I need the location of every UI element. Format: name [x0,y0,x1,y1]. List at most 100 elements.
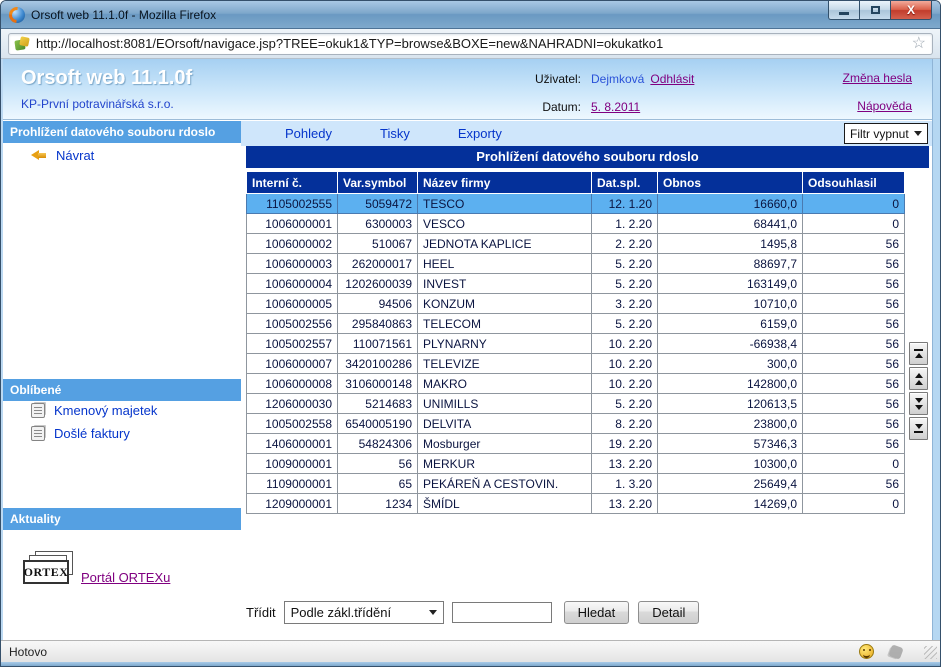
table-cell: 1. 3.20 [592,474,658,494]
table-cell: 0 [803,214,905,234]
last-record-button[interactable] [909,417,928,440]
back-link[interactable]: Návrat [31,148,94,163]
table-row[interactable]: 11050025555059472TESCO12. 1.2016660,00 [247,194,905,214]
table-cell: 1209000001 [247,494,338,514]
right-gutter [932,59,940,640]
table-cell: 10. 2.20 [592,374,658,394]
menu-item[interactable]: Exporty [458,126,502,141]
table-row[interactable]: 10060000073420100286TELEVIZE10. 2.20300,… [247,354,905,374]
table-cell: 54824306 [338,434,418,454]
column-header: Dat.spl. [592,172,658,194]
table-cell: 3106000148 [338,374,418,394]
table-row[interactable]: 10050025586540005190DELVITA8. 2.2023800,… [247,414,905,434]
page-up-button[interactable] [909,367,928,390]
maximize-button[interactable] [859,1,890,20]
table-row[interactable]: 12090000011234ŠMÍDL13. 2.2014269,00 [247,494,905,514]
table-cell: 3420100286 [338,354,418,374]
table-cell: -66938,4 [658,334,803,354]
logout-link[interactable]: Odhlásit [650,72,694,86]
minimize-button[interactable] [828,1,859,20]
table-cell: 1005002557 [247,334,338,354]
favorite-item[interactable]: Došlé faktury [31,426,130,441]
table-cell: 142800,0 [658,374,803,394]
table-header-row: Interní č.Var.symbolNázev firmyDat.spl.O… [247,172,905,194]
url-input[interactable]: http://localhost:8081/EOrsoft/navigace.j… [8,33,933,55]
favorite-item[interactable]: Kmenový majetek [31,403,157,418]
table-cell: 3. 2.20 [592,294,658,314]
table-cell: 6300003 [338,214,418,234]
close-button[interactable]: X [890,1,932,20]
table-cell: 56 [803,314,905,334]
table-cell: 1. 2.20 [592,214,658,234]
table-row[interactable]: 10060000083106000148MAKRO10. 2.20142800,… [247,374,905,394]
table-cell: 5. 2.20 [592,254,658,274]
table-row[interactable]: 1005002557110071561PLYNARNY10. 2.20-6693… [247,334,905,354]
table-row[interactable]: 1006000002510067JEDNOTA KAPLICE2. 2.2014… [247,234,905,254]
table-row[interactable]: 10060000016300003VESCO1. 2.2068441,00 [247,214,905,234]
table-row[interactable]: 110900000165PEKÁREŇ A CESTOVIN.1. 3.2025… [247,474,905,494]
change-password-link[interactable]: Změna hesla [843,71,912,87]
page-header: Orsoft web 11.1.0f KP-První potravinářsk… [3,59,932,120]
date-link[interactable]: 5. 8.2011 [591,100,640,114]
detail-button[interactable]: Detail [638,601,699,624]
maximize-icon [871,6,880,14]
menu-item[interactable]: Pohledy [285,126,332,141]
window-title: Orsoft web 11.1.0f - Mozilla Firefox [31,8,216,22]
table-cell: 65 [338,474,418,494]
close-icon: X [907,3,915,17]
page-down-button[interactable] [909,392,928,415]
search-input[interactable] [452,602,552,623]
table-row[interactable]: 1005002556295840863TELECOM5. 2.206159,05… [247,314,905,334]
plugin-addon-icon[interactable] [888,644,903,659]
bookmark-star-icon[interactable]: ☆ [912,36,926,52]
table-cell: HEEL [418,254,592,274]
last-record-icon [915,424,923,429]
table-cell: 10710,0 [658,294,803,314]
column-header: Odsouhlasil [803,172,905,194]
search-button[interactable]: Hledat [564,601,630,624]
ortex-logo-icon: ORTEX [23,551,79,587]
table-cell: PEKÁREŇ A CESTOVIN. [418,474,592,494]
table-cell: 1105002555 [247,194,338,214]
smiley-addon-icon[interactable] [859,644,874,659]
table-cell: 56 [803,234,905,254]
back-arrow-icon [31,150,47,161]
table-cell: 25649,4 [658,474,803,494]
help-link[interactable]: Nápověda [843,99,912,115]
table-cell: INVEST [418,274,592,294]
browser-window: Orsoft web 11.1.0f - Mozilla Firefox X h… [0,0,941,667]
table-row[interactable]: 100900000156MERKUR13. 2.2010300,00 [247,454,905,474]
table-row[interactable]: 140600000154824306Mosburger19. 2.2057346… [247,434,905,454]
table-cell: UNIMILLS [418,394,592,414]
table-cell: 10300,0 [658,454,803,474]
table-cell: 10. 2.20 [592,334,658,354]
table-cell: 13. 2.20 [592,494,658,514]
filter-select[interactable]: Filtr vypnut [844,123,928,144]
table-cell: 16660,0 [658,194,803,214]
favorite-label: Kmenový majetek [54,403,157,418]
table-cell: 0 [803,194,905,214]
table-cell: 5214683 [338,394,418,414]
table-cell: 1006000001 [247,214,338,234]
table-cell: 1005002556 [247,314,338,334]
sort-select[interactable]: Podle zákl.třídění [284,601,444,624]
table-row[interactable]: 1006000003262000017HEEL5. 2.2088697,756 [247,254,905,274]
page-up-icon [915,373,923,378]
table-row[interactable]: 10060000041202600039INVEST5. 2.20163149,… [247,274,905,294]
first-record-button[interactable] [909,342,928,365]
window-titlebar[interactable]: Orsoft web 11.1.0f - Mozilla Firefox X [1,1,940,29]
menu-item[interactable]: Tisky [380,126,410,141]
favorites-section-title: Oblíbené [3,379,241,401]
first-record-icon [914,349,923,351]
column-header: Název firmy [418,172,592,194]
ortex-portal-link[interactable]: Portál ORTEXu [81,570,170,585]
resize-grip[interactable] [924,646,937,659]
table-cell: 56 [803,274,905,294]
table-row[interactable]: 100600000594506KONZUM3. 2.2010710,056 [247,294,905,314]
table-row[interactable]: 12060000305214683UNIMILLS5. 2.20120613,5… [247,394,905,414]
page-down-icon [915,398,923,403]
news-section-title: Aktuality [3,508,241,530]
url-text: http://localhost:8081/EOrsoft/navigace.j… [36,36,906,51]
firefox-icon [9,7,25,23]
sort-select-value: Podle zákl.třídění [291,605,391,620]
